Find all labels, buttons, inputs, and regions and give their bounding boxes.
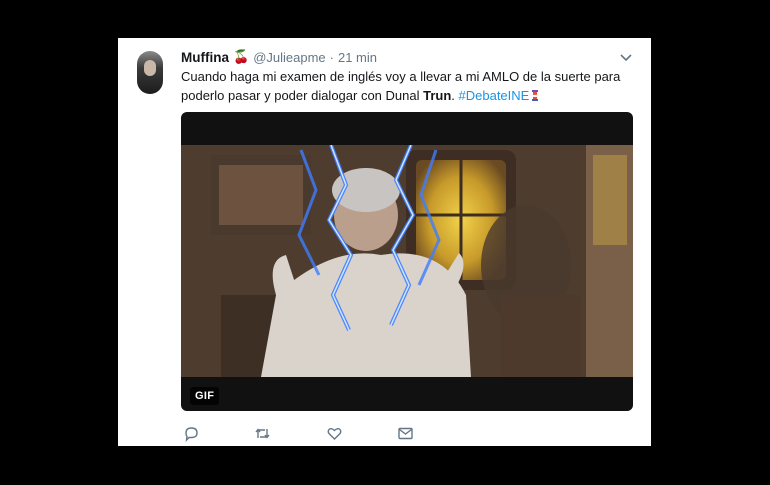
avatar[interactable] bbox=[137, 51, 163, 94]
heart-icon[interactable] bbox=[326, 425, 343, 442]
reply-icon[interactable] bbox=[183, 425, 200, 442]
lighthouse-icon bbox=[531, 87, 539, 101]
separator: · bbox=[329, 49, 334, 65]
gif-frame bbox=[181, 145, 633, 377]
tweet-actions bbox=[183, 425, 423, 442]
gif-badge: GIF bbox=[190, 387, 220, 405]
gif-media[interactable]: GIF bbox=[181, 112, 633, 411]
avatar-face bbox=[144, 60, 156, 76]
display-name[interactable]: Muffina bbox=[181, 50, 229, 65]
hashtag-link[interactable]: #DebateINE bbox=[459, 88, 530, 103]
tweet-header: Muffina 🍒 @Julieapme · 21 min bbox=[181, 48, 377, 66]
tweet-text-part1: Cuando haga mi examen de inglés voy a ll… bbox=[181, 69, 621, 103]
cherry-icon: 🍒 bbox=[233, 49, 250, 64]
timestamp[interactable]: 21 min bbox=[338, 50, 377, 65]
envelope-icon[interactable] bbox=[397, 425, 414, 442]
handle[interactable]: @Julieapme bbox=[253, 50, 325, 65]
tweet-text-bold: Trun bbox=[423, 88, 452, 103]
chevron-down-icon[interactable] bbox=[619, 50, 633, 64]
tweet-text-part2: . bbox=[451, 88, 459, 103]
tweet-text: Cuando haga mi examen de inglés voy a ll… bbox=[181, 67, 621, 105]
retweet-icon[interactable] bbox=[254, 425, 271, 442]
